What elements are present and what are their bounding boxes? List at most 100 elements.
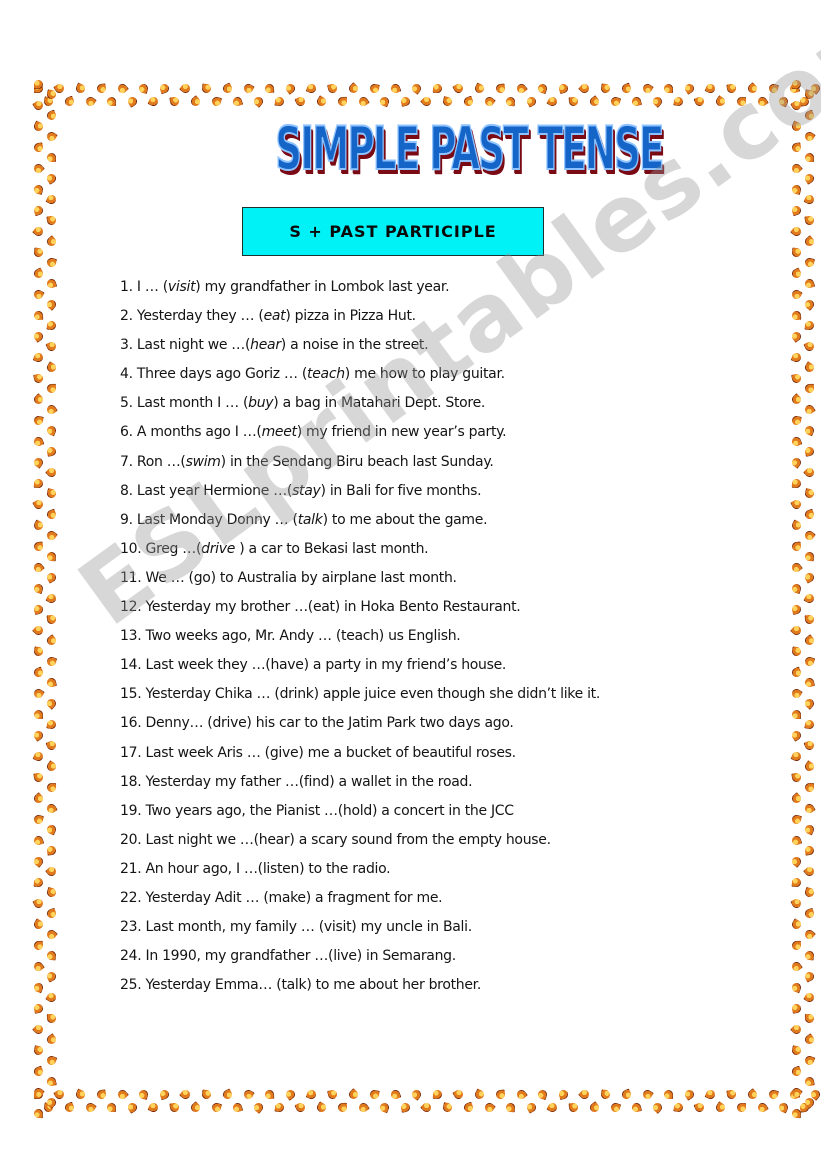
candy-corn-icon [804, 320, 815, 331]
exercise-verb: buy [248, 395, 274, 412]
candy-corn-icon [568, 1102, 579, 1113]
candy-corn-icon [442, 96, 453, 107]
exercise-item: 10. Greg …(drive ) a car to Bekasi last … [120, 538, 720, 567]
exercise-text-after: ) apple juice even though she didn’t lik… [313, 686, 601, 703]
exercise-verb: eat [312, 599, 335, 616]
exercise-verb: eat [263, 308, 286, 325]
candy-corn-icon [631, 96, 642, 107]
candy-corn-icon [515, 82, 528, 95]
candy-corn-icon [803, 697, 816, 710]
exercise-text-before: Three days ago Goriz … ( [136, 366, 308, 383]
exercise-number: 21. [120, 860, 146, 877]
candy-corn-icon [46, 1076, 57, 1087]
candy-corn-icon [45, 970, 58, 983]
exercise-text-before: We … ( [145, 569, 195, 586]
exercise-text-after: ) pizza in Pizza Hut. [285, 308, 416, 325]
candy-corn-icon [32, 330, 45, 343]
candy-corn-icon [32, 183, 45, 196]
exercise-item: 23. Last month, my family … (visit) my u… [120, 916, 720, 945]
candy-corn-icon [536, 1088, 549, 1101]
exercise-text-after: ) a wallet in the road. [329, 773, 473, 790]
candy-corn-icon [767, 82, 780, 95]
candy-corn-icon [791, 772, 802, 783]
candy-corn-icon [803, 130, 816, 143]
candy-corn-icon [767, 1088, 780, 1101]
candy-corn-icon [803, 802, 816, 815]
candy-corn-icon [45, 991, 58, 1004]
candy-corn-icon [242, 82, 255, 95]
candy-corn-icon [804, 950, 815, 961]
candy-corn-icon [804, 845, 815, 856]
candy-corn-icon [189, 95, 202, 108]
exercise-item: 22. Yesterday Adit … (make) a fragment f… [120, 887, 720, 916]
candy-corn-icon [704, 82, 717, 95]
exercise-item: 13. Two weeks ago, Mr. Andy … (teach) us… [120, 625, 720, 654]
worksheet-page: SIMPLE PAST TENSE S + PAST PARTICIPLE 1.… [0, 0, 821, 1169]
candy-corn-icon [32, 897, 45, 910]
candy-corn-icon [791, 646, 802, 657]
exercise-text-after: ) a bag in Matahari Dept. Store. [273, 395, 486, 412]
candy-corn-icon [790, 813, 803, 826]
exercise-number: 24. [120, 948, 146, 965]
candy-corn-icon [45, 928, 58, 941]
candy-corn-icon [32, 687, 45, 700]
exercise-verb: have [270, 657, 304, 674]
exercise-text-before: Yesterday my brother …( [145, 599, 314, 616]
candy-corn-icon [221, 1088, 234, 1101]
candy-corn-icon [803, 739, 816, 752]
candy-corn-icon [32, 729, 45, 742]
candy-corn-icon [790, 330, 803, 343]
candy-corn-icon [46, 320, 57, 331]
candy-corn-icon [790, 960, 803, 973]
candy-corn-icon [432, 1089, 443, 1100]
exercise-text-after: ) to the radio. [299, 860, 391, 877]
exercise-text-after: ) my grandfather in Lombok last year. [195, 279, 450, 295]
candy-corn-icon [84, 95, 97, 108]
exercise-item: 3. Last night we …(hear) a noise in the … [120, 334, 720, 363]
candy-corn-icon [32, 162, 45, 175]
exercise-text-before: Last year Hermione …( [136, 482, 293, 499]
exercise-text-after: ) in Hoka Bento Restaurant. [334, 599, 521, 616]
candy-corn-icon [45, 403, 58, 416]
exercise-number: 4. [120, 366, 137, 383]
candy-corn-icon [400, 1102, 411, 1113]
candy-corn-icon [46, 782, 57, 793]
exercise-text-before: Yesterday Emma… ( [145, 977, 282, 994]
candy-corn-icon [756, 1101, 769, 1114]
candy-corn-icon [32, 750, 45, 763]
exercise-text-before: Yesterday they … ( [136, 308, 264, 325]
candy-corn-icon [294, 1101, 307, 1114]
exercise-item: 6. A months ago I …(meet) my friend in n… [120, 421, 720, 450]
exercise-text-after: ) me how to play guitar. [344, 366, 505, 383]
exercise-number: 23. [120, 919, 146, 936]
candy-corn-icon [791, 478, 802, 489]
candy-corn-icon [264, 83, 275, 94]
candy-corn-icon [714, 95, 727, 108]
exercise-item: 12. Yesterday my brother …(eat) in Hoka … [120, 596, 720, 625]
candy-corn-icon [32, 855, 45, 868]
candy-corn-icon [74, 82, 87, 95]
candy-corn-icon [803, 1033, 816, 1046]
candy-corn-icon [201, 83, 212, 94]
candy-corn-icon [804, 719, 815, 730]
candy-corn-icon [803, 865, 816, 878]
candy-corn-icon [252, 95, 265, 108]
candy-corn-icon [726, 83, 737, 94]
candy-corn-icon [462, 95, 475, 108]
candy-corn-icon [74, 1088, 87, 1101]
candy-corn-icon [790, 162, 803, 175]
candy-corn-icon [210, 1101, 223, 1114]
candy-corn-icon [790, 582, 803, 595]
candy-corn-icon [609, 1101, 622, 1114]
candy-corn-icon [96, 83, 107, 94]
candy-corn-icon [45, 571, 58, 584]
candy-corn-icon [495, 83, 506, 94]
candy-corn-icon [746, 82, 759, 95]
candy-corn-icon [357, 1101, 370, 1114]
candy-corn-icon [337, 1102, 348, 1113]
candy-corn-icon [389, 1088, 402, 1101]
exercise-text-before: Two weeks ago, Mr. Andy … ( [145, 628, 342, 645]
candy-corn-icon [791, 1045, 802, 1056]
candy-corn-icon [274, 1102, 285, 1113]
candy-corn-icon [32, 1065, 45, 1078]
